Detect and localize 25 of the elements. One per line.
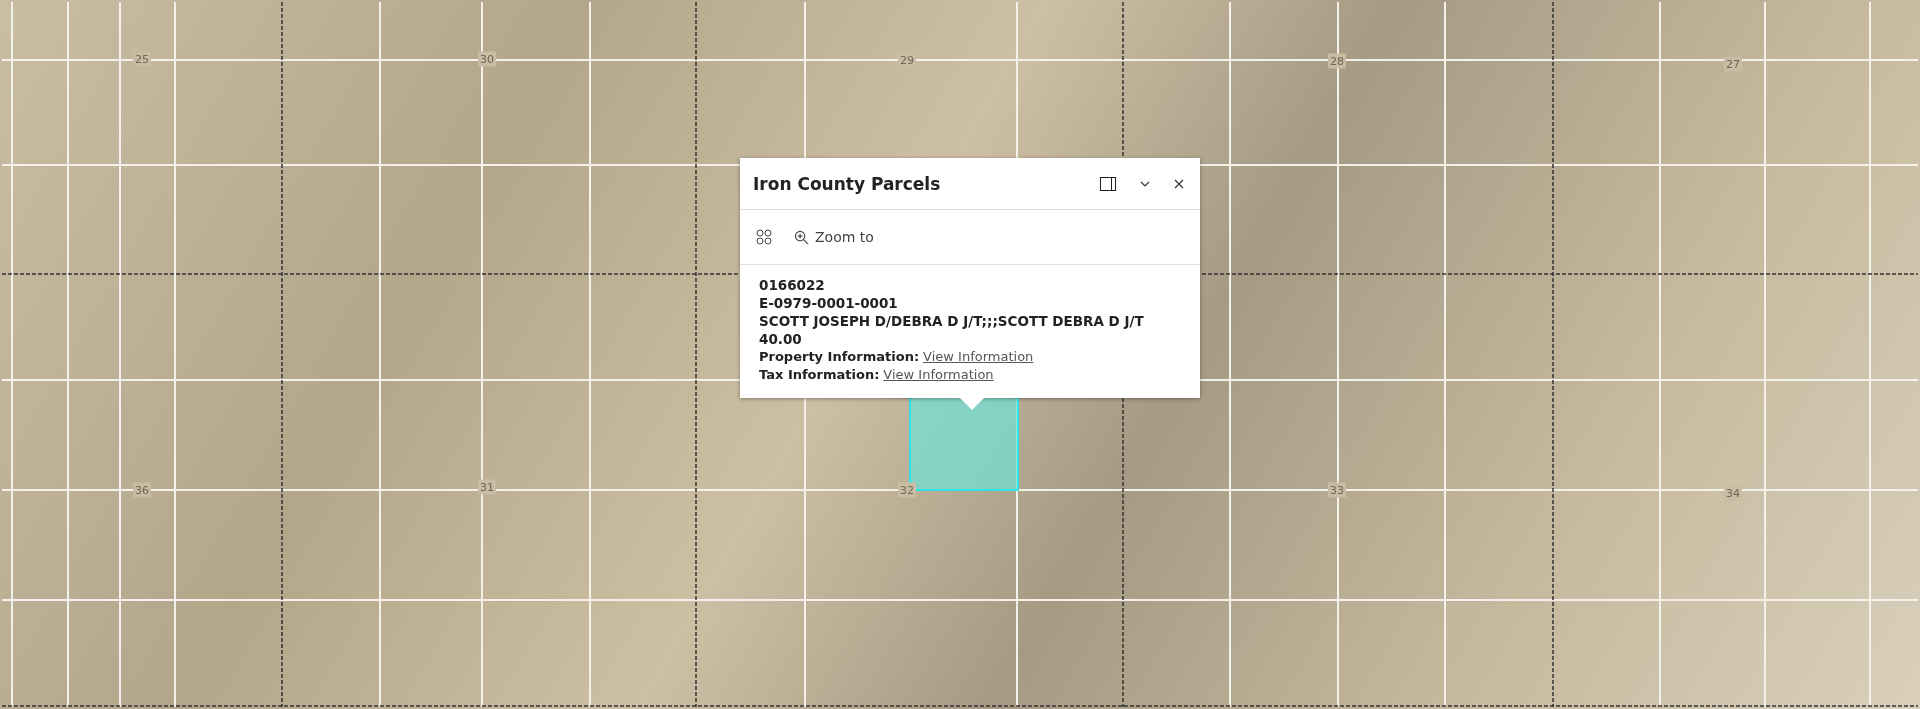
view-information-link[interactable]: View Information xyxy=(883,366,994,384)
field-label: Property Information: xyxy=(759,348,920,366)
section-number: 30 xyxy=(478,51,496,67)
close-icon xyxy=(1174,178,1184,189)
field-label: Tax Information: xyxy=(759,366,880,384)
section-number: 31 xyxy=(478,479,496,495)
section-number: 28 xyxy=(1328,53,1346,69)
section-number: 36 xyxy=(133,482,151,498)
section-number: 33 xyxy=(1328,482,1346,498)
dock-icon xyxy=(1100,176,1116,191)
section-number: 25 xyxy=(133,51,151,67)
popup-title: Iron County Parcels xyxy=(753,173,941,194)
four-circles-icon xyxy=(756,229,772,245)
attribute-value: SCOTT JOSEPH D/DEBRA D J/T;;;SCOTT DEBRA D J/T xyxy=(759,312,1145,330)
attribute-value: 40.00 xyxy=(759,330,803,348)
section-number: 34 xyxy=(1724,485,1742,501)
chevron-down-icon xyxy=(1140,180,1150,187)
section-number: 29 xyxy=(898,52,916,68)
section-number: 27 xyxy=(1724,56,1742,72)
view-information-link[interactable]: View Information xyxy=(923,348,1034,366)
attribute-value: 0166022 xyxy=(759,276,826,294)
attribute-value: E-0979-0001-0001 xyxy=(759,294,899,312)
zoom-in-icon xyxy=(794,229,809,245)
section-number: 32 xyxy=(898,482,916,498)
zoom-to-button[interactable]: Zoom to xyxy=(786,223,882,251)
